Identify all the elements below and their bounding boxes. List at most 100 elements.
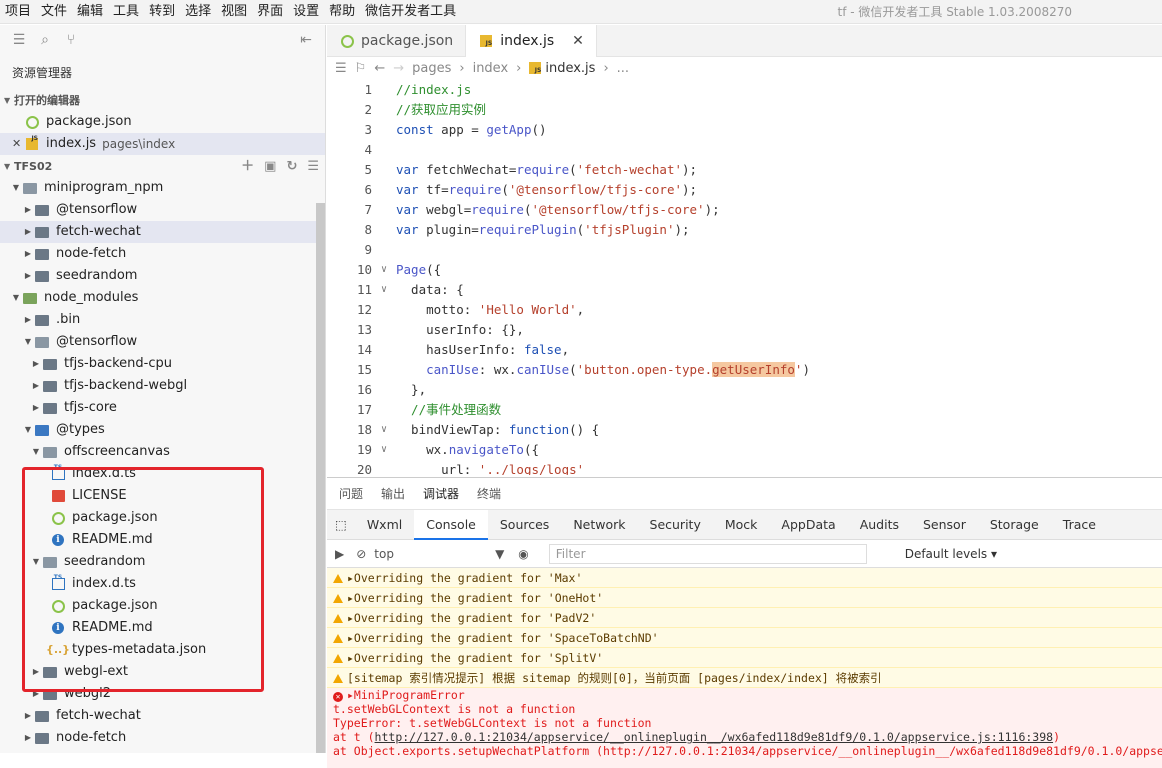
menu-item[interactable]: 微信开发者工具: [360, 0, 461, 24]
tree-item-label: node-fetch: [56, 246, 127, 261]
tree-item[interactable]: ▶ .bin: [0, 309, 325, 331]
collapse-panel-icon[interactable]: ⇤: [293, 28, 319, 52]
tree-item[interactable]: i README.md: [0, 529, 325, 551]
tree-item[interactable]: ▼ node_modules: [0, 287, 325, 309]
menu-item[interactable]: 选择: [180, 0, 216, 24]
tree-item[interactable]: i README.md: [0, 617, 325, 639]
menu-item[interactable]: 工具: [108, 0, 144, 24]
tree-item[interactable]: ▶ node-fetch: [0, 243, 325, 265]
fold-chevron-icon[interactable]: ∨: [372, 440, 396, 460]
tree-item[interactable]: ▶ node-fetch: [0, 727, 325, 749]
forward-icon[interactable]: →: [393, 61, 404, 76]
tree-item[interactable]: package.json: [0, 595, 325, 617]
tree-item[interactable]: ▶ @tensorflow: [0, 199, 325, 221]
breadcrumb-item[interactable]: ...: [617, 61, 629, 76]
panel-tab[interactable]: 问题: [339, 485, 363, 502]
menu-item[interactable]: 转到: [144, 0, 180, 24]
list-icon[interactable]: ☰: [6, 28, 32, 52]
back-icon[interactable]: ←: [374, 61, 385, 76]
devtools-tab[interactable]: Sensor: [911, 510, 978, 540]
tree-item[interactable]: ▶ webgl-ext: [0, 661, 325, 683]
devtools-tab[interactable]: Trace: [1051, 510, 1108, 540]
tree-item[interactable]: ▶ fetch-wechat: [0, 705, 325, 727]
tree-item[interactable]: ▼ seedrandom: [0, 551, 325, 573]
menu-item[interactable]: 项目: [0, 0, 36, 24]
inspect-icon[interactable]: ⬚: [327, 510, 355, 540]
breadcrumb-item[interactable]: index.js: [545, 61, 595, 76]
console-warning[interactable]: ▸Overriding the gradient for 'PadV2': [327, 608, 1162, 628]
panel-tab[interactable]: 终端: [477, 485, 501, 502]
sidebar-scrollbar[interactable]: [316, 203, 325, 753]
refresh-icon[interactable]: ↻: [286, 157, 297, 177]
search-icon[interactable]: ⌕: [32, 28, 58, 52]
project-header[interactable]: ▼ TFS02 ＋ ▣ ↻ ☰: [0, 157, 325, 177]
tree-item[interactable]: ▼ @tensorflow: [0, 331, 325, 353]
open-editor-item-active[interactable]: ✕ JS index.js pages\index: [0, 133, 325, 155]
fold-chevron-icon[interactable]: ∨: [372, 420, 396, 440]
tree-item[interactable]: ▶ fetch-wechat: [0, 221, 325, 243]
tree-item[interactable]: ▶ seedrandom: [0, 265, 325, 287]
devtools-tab[interactable]: Wxml: [355, 510, 414, 540]
breadcrumb-item[interactable]: index: [473, 61, 509, 76]
devtools-tab[interactable]: Console: [414, 509, 488, 540]
menu-item[interactable]: 设置: [288, 0, 324, 24]
tree-item[interactable]: ▼ offscreencanvas: [0, 441, 325, 463]
tree-item[interactable]: ▼ @types: [0, 419, 325, 441]
panel-tab[interactable]: 调试器: [423, 485, 459, 502]
console-warning[interactable]: ▸Overriding the gradient for 'SplitV': [327, 648, 1162, 668]
panel-tab[interactable]: 输出: [381, 485, 405, 502]
console-warning[interactable]: ▸Overriding the gradient for 'OneHot': [327, 588, 1162, 608]
list-icon[interactable]: ☰: [335, 61, 347, 76]
tree-item[interactable]: TS index.d.ts: [0, 573, 325, 595]
tree-item[interactable]: ▶ tfjs-core: [0, 397, 325, 419]
fold-chevron-icon[interactable]: ∨: [372, 280, 396, 300]
context-select[interactable]: top ▼: [374, 547, 504, 561]
devtools-tab[interactable]: Mock: [713, 510, 770, 540]
stack-link[interactable]: http://127.0.0.1:21034/appservice/__onli…: [375, 730, 1054, 744]
devtools-tab[interactable]: Network: [561, 510, 637, 540]
devtools-tab[interactable]: Storage: [978, 510, 1051, 540]
tree-item[interactable]: LICENSE: [0, 485, 325, 507]
branch-icon[interactable]: ⑂: [58, 28, 84, 52]
bookmark-icon[interactable]: ⚐: [355, 61, 367, 76]
new-folder-icon[interactable]: ▣: [264, 157, 276, 177]
new-file-icon[interactable]: ＋: [241, 157, 254, 177]
eye-icon[interactable]: ◉: [518, 547, 528, 561]
menu-item[interactable]: 界面: [252, 0, 288, 24]
open-editors-header[interactable]: ▼ 打开的编辑器: [0, 91, 325, 111]
console-error[interactable]: ✕ ▸MiniProgramError t.setWebGLContext is …: [327, 688, 1162, 768]
menu-item[interactable]: 视图: [216, 0, 252, 24]
menu-item[interactable]: 文件: [36, 0, 72, 24]
fold-chevron-icon[interactable]: ∨: [372, 260, 396, 280]
devtools-tab[interactable]: AppData: [769, 510, 847, 540]
tree-item[interactable]: ▶ tfjs-backend-cpu: [0, 353, 325, 375]
sidebar-toggle-icon[interactable]: ▶: [335, 547, 344, 561]
tree-item[interactable]: ▶ webgl2: [0, 683, 325, 705]
open-editor-item[interactable]: package.json: [0, 111, 325, 133]
console-warning[interactable]: ▸Overriding the gradient for 'Max': [327, 568, 1162, 588]
close-icon[interactable]: ✕: [12, 133, 24, 155]
tree-item[interactable]: package.json: [0, 507, 325, 529]
menu-item[interactable]: 帮助: [324, 0, 360, 24]
tab-package-json[interactable]: package.json: [327, 25, 467, 57]
tree-item[interactable]: ▶ tfjs-backend-webgl: [0, 375, 325, 397]
tree-item[interactable]: {..} types-metadata.json: [0, 639, 325, 661]
tree-item[interactable]: ▼ miniprogram_npm: [0, 177, 325, 199]
filter-input[interactable]: Filter: [548, 543, 867, 564]
tree-item[interactable]: TS index.d.ts: [0, 463, 325, 485]
console-warning[interactable]: ▸Overriding the gradient for 'SpaceToBat…: [327, 628, 1162, 648]
tab-index-js[interactable]: JS index.js ✕: [466, 25, 597, 57]
devtools-tab[interactable]: Security: [638, 510, 713, 540]
breadcrumb-item[interactable]: pages: [412, 61, 451, 76]
code-editor[interactable]: 1 //index.js 2 //获取应用实例 3 const app = getApp(…: [327, 80, 1162, 475]
menu-item[interactable]: 编辑: [72, 0, 108, 24]
devtools-tab[interactable]: Sources: [488, 510, 561, 540]
collapse-all-icon[interactable]: ☰: [307, 157, 319, 177]
gutter: [372, 240, 396, 260]
levels-select[interactable]: Default levels ▾: [905, 547, 997, 561]
devtools-tab[interactable]: Audits: [848, 510, 911, 540]
clear-icon[interactable]: ⊘: [356, 547, 366, 561]
console-warning[interactable]: [sitemap 索引情况提示] 根据 sitemap 的规则[0]，当前页面 …: [327, 668, 1162, 688]
close-icon[interactable]: ✕: [572, 33, 584, 49]
chevron-right-icon: ▶: [24, 711, 32, 720]
